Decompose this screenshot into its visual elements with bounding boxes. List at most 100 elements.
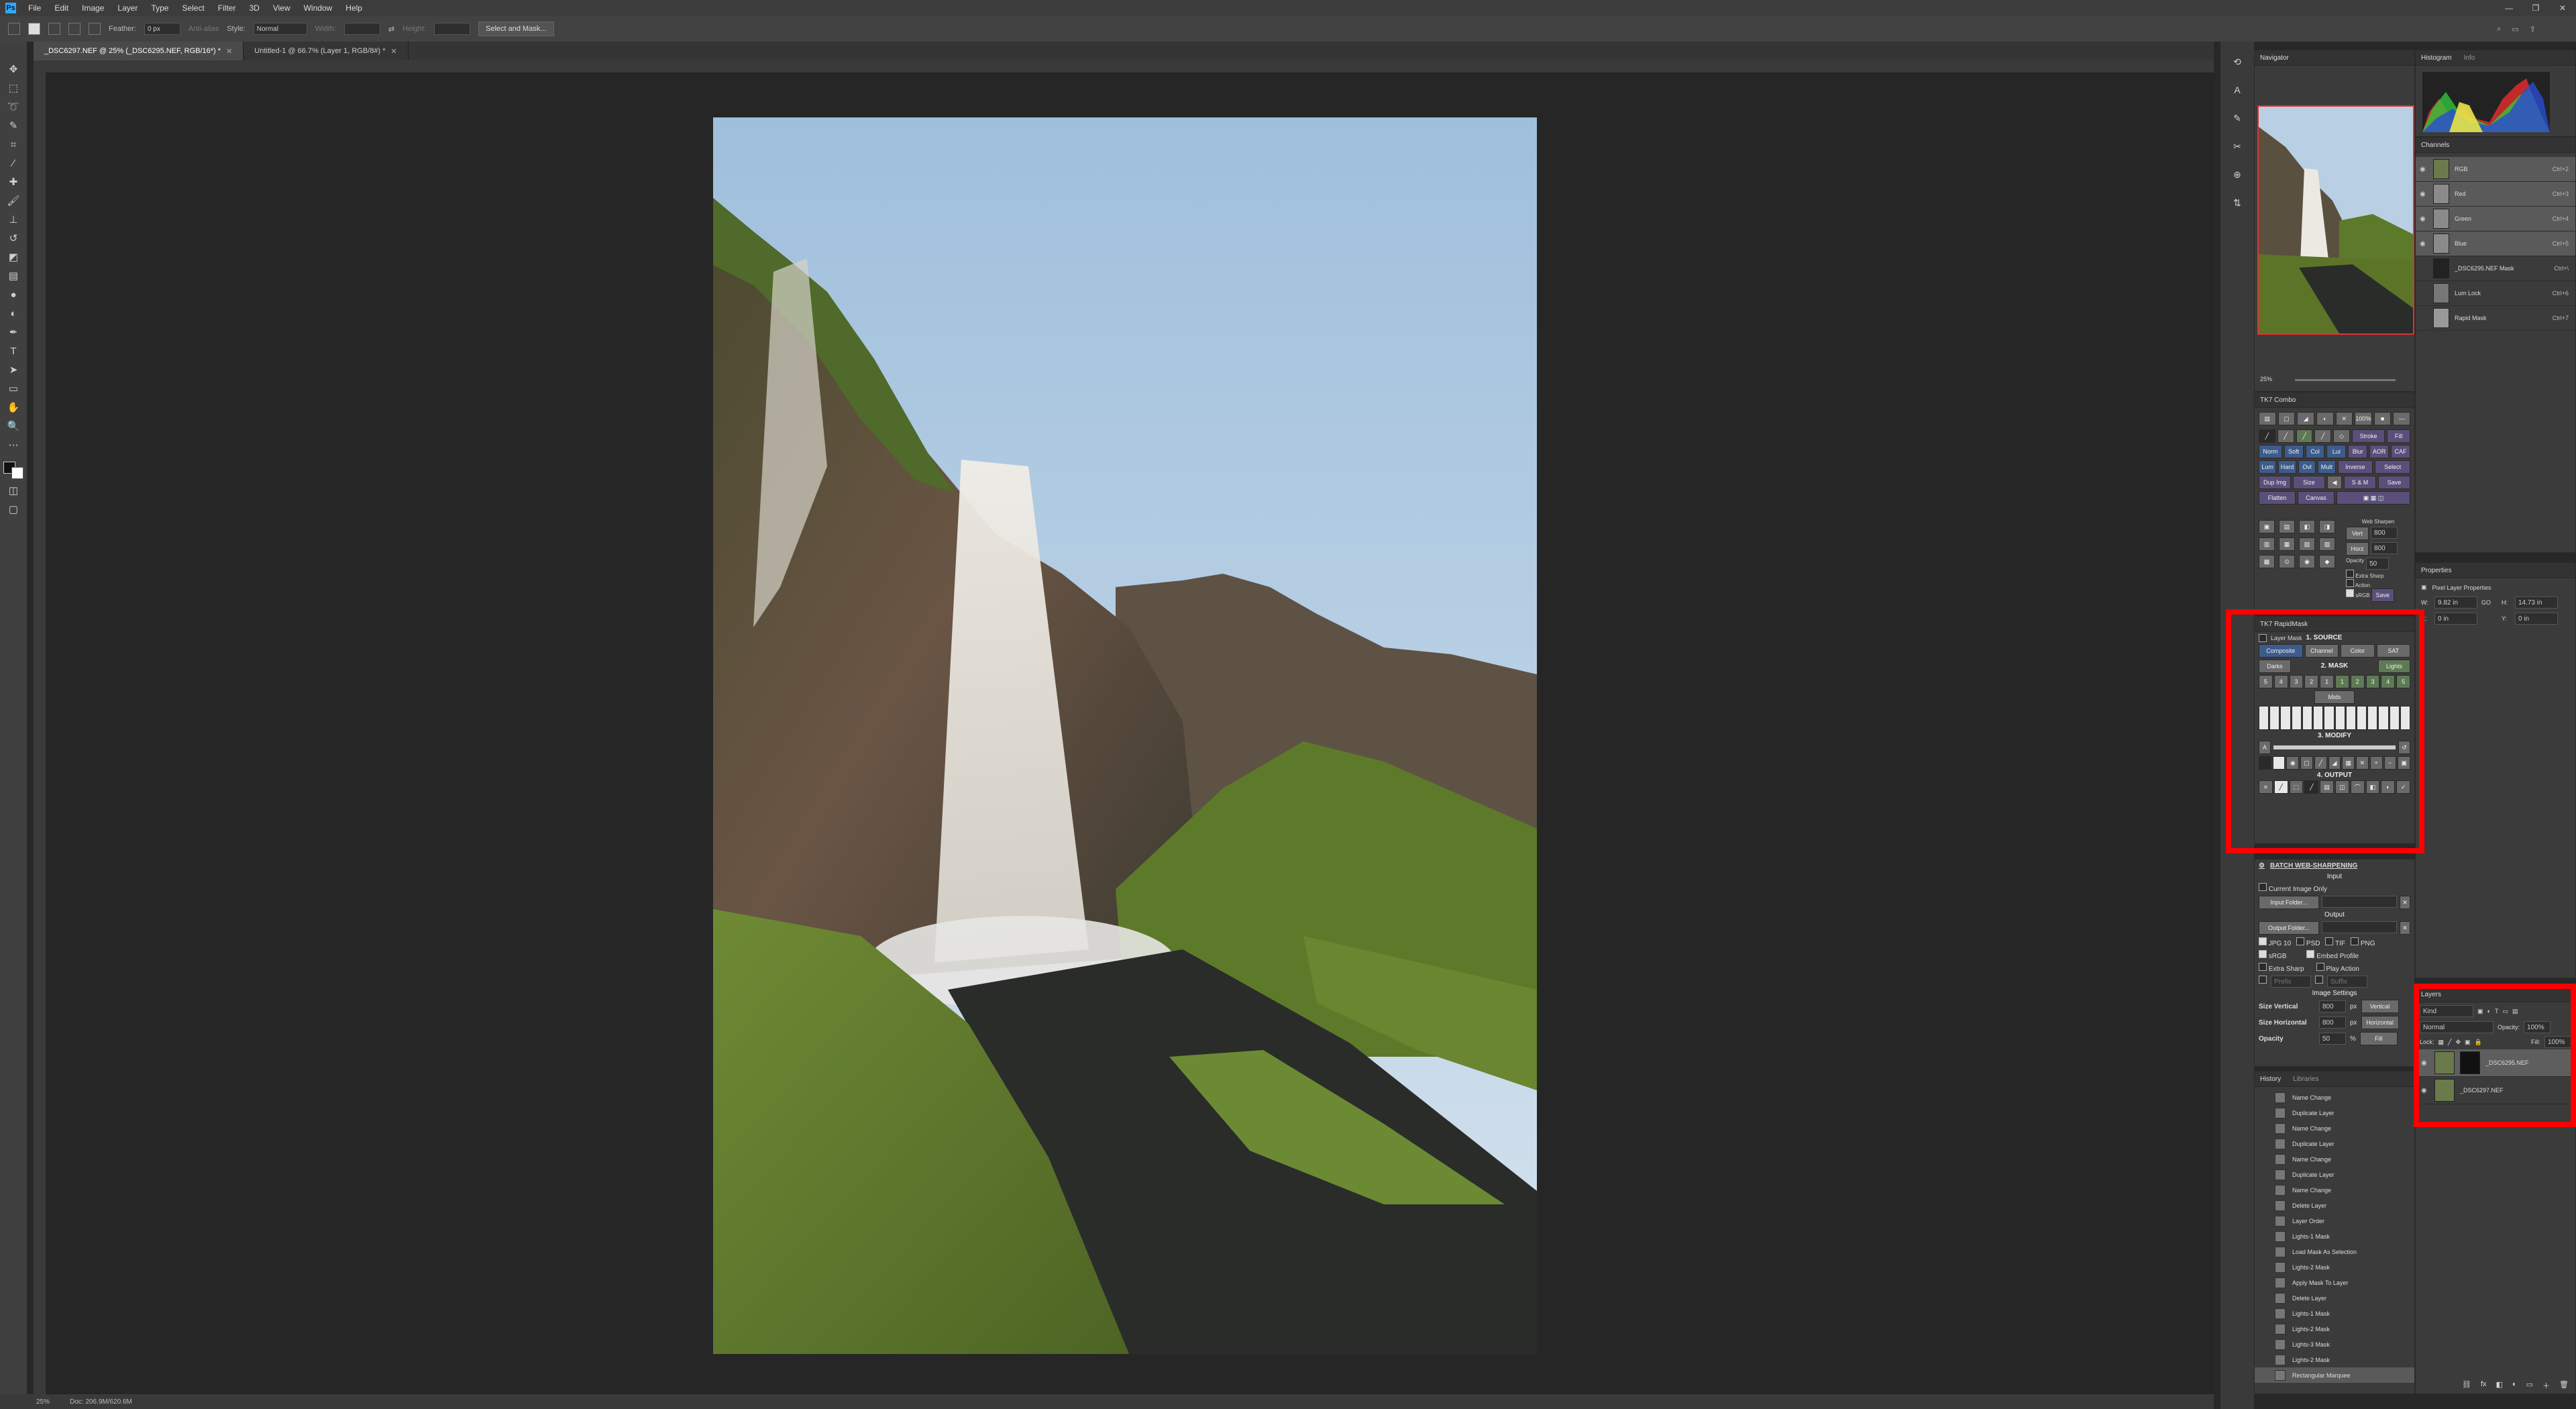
filter-shape-icon[interactable]: ▭ bbox=[2502, 1008, 2508, 1015]
close-window-button[interactable]: ✕ bbox=[2549, 0, 2576, 16]
tab-dsc6297[interactable]: _DSC6297.NEF @ 25% (_DSC6295.NEF, RGB/16… bbox=[34, 42, 244, 60]
batch-fill-button[interactable]: Fill bbox=[2359, 1032, 2398, 1045]
navigator-zoom[interactable]: 25% bbox=[2260, 376, 2272, 382]
pen-icon[interactable]: ╱ bbox=[2259, 429, 2275, 443]
curves-icon[interactable]: ◢ bbox=[2328, 756, 2341, 770]
channel-out-icon[interactable]: ▤ bbox=[2320, 780, 2334, 794]
add-selection-icon[interactable] bbox=[48, 23, 60, 35]
quick-mask-icon[interactable]: ◫ bbox=[6, 483, 21, 498]
menu-image[interactable]: Image bbox=[75, 3, 111, 13]
vert-button[interactable]: Vert bbox=[2346, 527, 2369, 540]
eraser-icon[interactable]: ◇ bbox=[2333, 429, 2350, 443]
select-button[interactable]: Select bbox=[2375, 460, 2410, 474]
eyedropper-tool-icon[interactable]: ⁄ bbox=[6, 156, 21, 170]
new-doc-icon[interactable]: ▢ bbox=[2277, 412, 2296, 425]
intersect-icon[interactable]: ▣ bbox=[2398, 756, 2410, 770]
history-icon[interactable]: ⟲ bbox=[2231, 55, 2244, 68]
hue-out-icon[interactable]: ◐ bbox=[2381, 780, 2396, 794]
history-state[interactable]: Name Change bbox=[2255, 1090, 2414, 1105]
stroke-button[interactable]: Stroke bbox=[2351, 429, 2385, 443]
merge-icon[interactable]: ▦ bbox=[2279, 537, 2295, 551]
web-save-button[interactable]: Save bbox=[2371, 588, 2394, 602]
menu-view[interactable]: View bbox=[266, 3, 297, 13]
style-select[interactable]: Normal bbox=[253, 23, 307, 35]
contract-icon[interactable]: ▢ bbox=[2300, 756, 2313, 770]
darks-5-button[interactable]: 5 bbox=[2259, 675, 2273, 688]
channel-row[interactable]: ◉ Green Ctrl+4 bbox=[2416, 207, 2575, 231]
zone-slider[interactable] bbox=[2378, 706, 2389, 730]
screen-mode-icon[interactable]: ▢ bbox=[6, 502, 21, 517]
marquee-tool-preset-icon[interactable] bbox=[8, 23, 20, 35]
levels-icon[interactable]: ▦ bbox=[2342, 756, 2355, 770]
nav-left-icon[interactable]: ◀ bbox=[2326, 476, 2343, 489]
current-image-checkbox[interactable] bbox=[2259, 883, 2267, 891]
eye-icon[interactable]: ◉ bbox=[2420, 166, 2428, 173]
menu-icon[interactable]: ≡ bbox=[2259, 780, 2273, 794]
zone-slider[interactable] bbox=[2367, 706, 2378, 730]
brush-gray-icon[interactable]: ╱ bbox=[2314, 429, 2332, 443]
rectangle-tool-icon[interactable]: ▭ bbox=[6, 381, 21, 396]
blend-mode-select[interactable]: Normal bbox=[2420, 1021, 2493, 1033]
new-layer-icon[interactable]: ＋ bbox=[2542, 1380, 2550, 1391]
height-field[interactable]: 14.73 in bbox=[2515, 596, 2558, 609]
channel-row[interactable]: ◉ Blue Ctrl+5 bbox=[2416, 231, 2575, 256]
filter-type-icon[interactable]: T bbox=[2495, 1008, 2499, 1014]
quick-select-tool-icon[interactable]: ✎ bbox=[6, 118, 21, 133]
layer-mask-icon[interactable]: ◧ bbox=[2299, 520, 2315, 533]
history-state[interactable]: Lights-2 Mask bbox=[2255, 1259, 2414, 1275]
character-icon[interactable]: A bbox=[2231, 83, 2244, 97]
invert-icon[interactable]: ✕ bbox=[2356, 756, 2369, 770]
darks-1-button[interactable]: 1 bbox=[2320, 675, 2334, 688]
tif-checkbox[interactable] bbox=[2325, 937, 2334, 945]
history-state[interactable]: Lights-1 Mask bbox=[2255, 1229, 2414, 1244]
zoom-level[interactable]: 25% bbox=[36, 1398, 50, 1406]
layer-icon[interactable]: ▣ bbox=[2259, 520, 2275, 533]
modify-a-icon[interactable]: A bbox=[2259, 741, 2271, 754]
navigator-title[interactable]: Navigator bbox=[2260, 54, 2289, 62]
ovl-button[interactable]: Ovl bbox=[2298, 460, 2316, 474]
history-state[interactable]: Delete Layer bbox=[2255, 1198, 2414, 1213]
menu-help[interactable]: Help bbox=[339, 3, 369, 13]
more-tools-icon[interactable]: ⋯ bbox=[6, 437, 21, 452]
new-group-icon[interactable]: ▭ bbox=[2526, 1380, 2533, 1391]
layer-name[interactable]: _DSC6297.NEF bbox=[2460, 1087, 2504, 1094]
navigator-zoom-slider[interactable] bbox=[2295, 379, 2396, 381]
eraser-tool-icon[interactable]: ◩ bbox=[6, 250, 21, 264]
filter-smart-icon[interactable]: ▤ bbox=[2512, 1008, 2518, 1015]
brush-white-icon[interactable]: ╱ bbox=[2277, 429, 2294, 443]
lights-4-button[interactable]: 4 bbox=[2381, 675, 2396, 688]
caf-button[interactable]: CAF bbox=[2391, 445, 2410, 458]
menu-edit[interactable]: Edit bbox=[48, 3, 75, 13]
y-field[interactable]: 0 in bbox=[2515, 613, 2558, 625]
swap-icon[interactable]: ⇄ bbox=[388, 25, 394, 34]
mids-button[interactable]: Mids bbox=[2314, 690, 2355, 704]
darks-3-button[interactable]: 3 bbox=[2289, 675, 2304, 688]
blur-tool-icon[interactable]: ● bbox=[6, 287, 21, 302]
modify-slider[interactable] bbox=[2273, 745, 2396, 749]
brush-green-icon[interactable]: ╱ bbox=[2296, 429, 2313, 443]
zone-slider[interactable] bbox=[2269, 706, 2280, 730]
srgb-batch-checkbox[interactable] bbox=[2259, 950, 2267, 958]
intersect-selection-icon[interactable] bbox=[89, 23, 101, 35]
dodge-tool-icon[interactable]: ◐ bbox=[6, 306, 21, 321]
tab-untitled-1[interactable]: Untitled-1 @ 66.7% (Layer 1, RGB/8#) * ✕ bbox=[244, 42, 409, 60]
vert-value[interactable]: 800 bbox=[2371, 527, 2398, 539]
crop-tool-icon[interactable]: ⌗ bbox=[6, 137, 21, 152]
history-state[interactable]: Lights-2 Mask bbox=[2255, 1321, 2414, 1337]
close-icon[interactable]: ✕ bbox=[226, 47, 232, 56]
x-field[interactable]: 0 in bbox=[2434, 613, 2477, 625]
subtract-icon[interactable]: − bbox=[2383, 756, 2397, 770]
history-state[interactable]: Lights-3 Mask bbox=[2255, 1337, 2414, 1352]
add-mask-icon[interactable]: ◧ bbox=[2496, 1380, 2503, 1391]
darks-button[interactable]: Darks bbox=[2259, 660, 2291, 673]
channel-row[interactable]: Lum Lock Ctrl+6 bbox=[2416, 281, 2575, 306]
srgb-checkbox[interactable] bbox=[2346, 589, 2354, 597]
zoom-tool-icon[interactable]: 🔍 bbox=[6, 419, 21, 433]
layer-name[interactable]: _DSC6295.NEF bbox=[2485, 1059, 2529, 1066]
pen-tool-icon[interactable]: ✒ bbox=[6, 325, 21, 340]
history-state[interactable]: Duplicate Layer bbox=[2255, 1105, 2414, 1120]
action-checkbox[interactable] bbox=[2346, 579, 2354, 587]
channel-button[interactable]: Channel bbox=[2304, 644, 2339, 658]
gradient-tool-icon[interactable]: ▤ bbox=[6, 268, 21, 283]
blur-mask-icon[interactable]: ◉ bbox=[2286, 756, 2300, 770]
